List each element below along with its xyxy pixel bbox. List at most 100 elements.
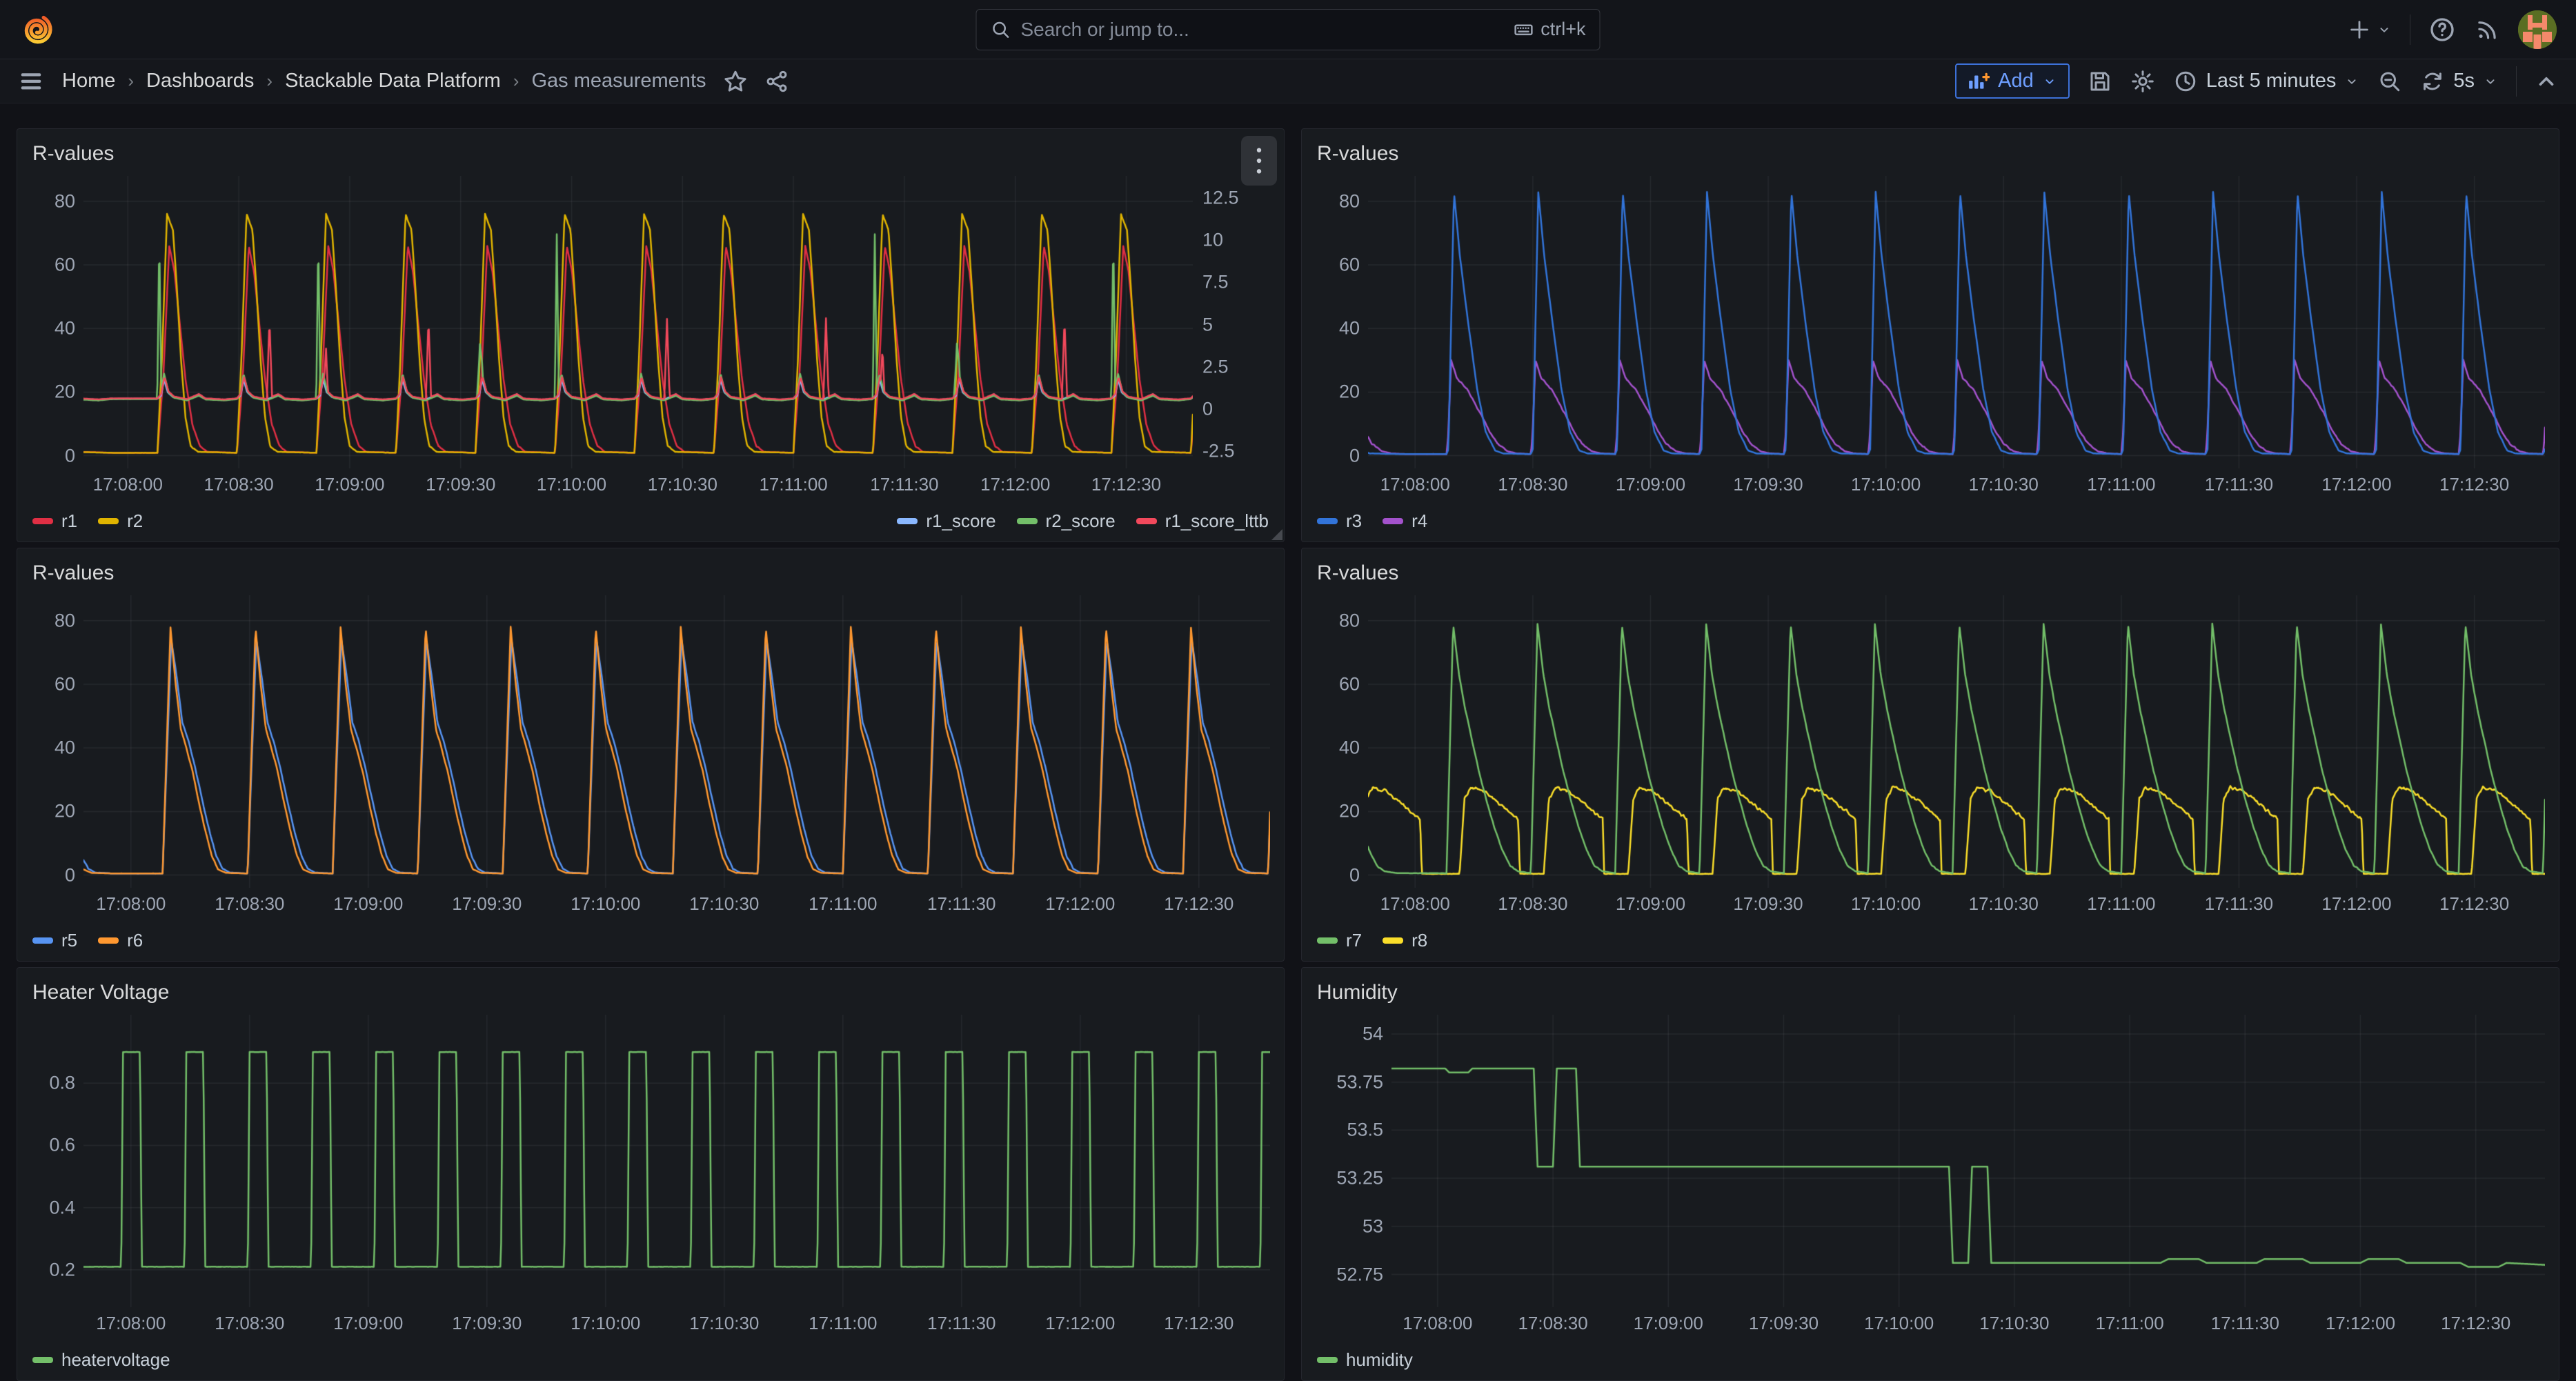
x-tick-label: 17:12:00 [1045,1313,1115,1334]
y-tick-label: 0 [1349,864,1360,886]
time-range-picker[interactable]: Last 5 minutes [2173,69,2360,94]
x-tick-label: 17:10:00 [1851,474,1921,495]
panel-header[interactable]: R-values [17,129,1284,169]
x-tick-label: 17:08:00 [93,474,163,495]
x-tick-label: 17:10:30 [689,893,759,915]
legend-item-r1_score_lttb[interactable]: r1_score_lttb [1136,510,1269,532]
x-tick-label: 17:10:00 [571,1313,640,1334]
panel-title: Humidity [1317,981,1398,1004]
x-tick-label: 17:09:00 [1616,474,1685,495]
x-tick-label: 17:10:30 [1979,1313,2049,1334]
x-tick-label: 17:09:00 [1616,893,1685,915]
legend-item-r8[interactable]: r8 [1383,930,1427,951]
y-tick-label: 80 [1339,610,1360,631]
breadcrumb-home[interactable]: Home [62,70,115,92]
legend-item-r2[interactable]: r2 [98,510,143,532]
x-tick-label: 17:08:00 [96,893,166,915]
save-dashboard-icon[interactable] [2088,69,2112,94]
legend-swatch [1383,518,1403,524]
time-range-label: Last 5 minutes [2206,70,2337,92]
grafana-logo[interactable] [19,12,55,48]
x-tick-label: 17:11:00 [809,893,877,915]
y-tick-label: 0.2 [49,1259,75,1280]
shortcut-hint: ctrl+k [1513,19,1585,40]
legend-item-r2_score[interactable]: r2_score [1017,510,1116,532]
legend-item-r5[interactable]: r5 [32,930,77,951]
news-button[interactable] [2474,17,2500,43]
settings-gear-icon[interactable] [2130,69,2155,94]
y-tick-label-right: 12.5 [1202,187,1239,208]
star-icon[interactable] [723,69,748,94]
clock-icon [2173,69,2198,94]
plot-area[interactable]: 17:08:0017:08:3017:09:0017:09:3017:10:00… [1391,1015,2545,1307]
legend-item-r6[interactable]: r6 [98,930,143,951]
user-avatar[interactable] [2518,10,2557,49]
chevron-down-icon [2042,74,2057,89]
refresh-picker[interactable]: 5s [2420,69,2498,94]
x-tick-label: 17:11:30 [2205,893,2273,915]
panel-header[interactable]: R-values [17,548,1284,588]
x-tick-label: 17:09:00 [1634,1313,1703,1334]
panel-r-values-3: R-values 020406080 17:08:0017:08:3017:09… [17,548,1285,962]
legend-item-heatervoltage[interactable]: heatervoltage [32,1349,170,1371]
legend-label: r3 [1346,510,1362,532]
x-tick-label: 17:11:30 [927,893,995,915]
share-icon[interactable] [764,69,789,94]
y-tick-label: 80 [55,610,75,631]
legend-swatch [98,937,119,944]
legend-swatch [1383,937,1403,944]
chevron-down-icon [2377,22,2392,37]
panel-header[interactable]: Humidity [1302,968,2559,1008]
zoom-out-icon[interactable] [2377,69,2402,94]
legend-item-r3[interactable]: r3 [1317,510,1362,532]
y-tick-label: 0 [65,445,75,466]
panel-header[interactable]: Heater Voltage [17,968,1284,1008]
legend-swatch [897,518,918,524]
y-axis-left: 020406080 [1307,595,1368,888]
legend-label: r2_score [1046,510,1116,532]
x-tick-label: 17:12:00 [2321,893,2391,915]
legend-label: r8 [1411,930,1427,951]
legend-swatch [1317,937,1338,944]
panel-r-values-2: R-values 020406080 17:08:0017:08:3017:09… [1301,128,2559,542]
panel-header[interactable]: R-values [1302,548,2559,588]
add-panel-icon [1968,71,1990,92]
y-axis-left: 020406080 [1307,176,1368,468]
legend-item-r1_score[interactable]: r1_score [897,510,995,532]
search-input[interactable] [1021,19,1504,41]
plot-area[interactable]: 17:08:0017:08:3017:09:0017:09:3017:10:00… [83,176,1193,468]
breadcrumb-dashboards[interactable]: Dashboards [146,70,254,92]
menu-icon[interactable] [18,68,44,95]
x-axis: 17:08:0017:08:3017:09:0017:09:3017:10:00… [83,893,1270,918]
legend-item-r7[interactable]: r7 [1317,930,1362,951]
legend-item-r4[interactable]: r4 [1383,510,1427,532]
plot-area[interactable]: 17:08:0017:08:3017:09:0017:09:3017:10:00… [1368,176,2545,468]
legend-swatch [1317,1357,1338,1363]
legend-item-r1[interactable]: r1 [32,510,77,532]
collapse-up-icon[interactable] [2535,70,2558,93]
keyboard-icon [1513,19,1534,40]
add-button-label: Add [1998,70,2034,92]
global-search[interactable]: ctrl+k [976,9,1601,50]
y-tick-label: 40 [55,318,75,339]
panel-resize-handle[interactable] [1271,529,1282,540]
plot-area[interactable]: 17:08:0017:08:3017:09:0017:09:3017:10:00… [1368,595,2545,888]
new-menu-button[interactable] [2348,18,2392,41]
help-icon [2428,16,2456,43]
x-tick-label: 17:10:30 [1969,474,2039,495]
help-button[interactable] [2428,16,2456,43]
x-tick-label: 17:10:00 [537,474,606,495]
add-panel-button[interactable]: Add [1955,63,2070,99]
legend-swatch [98,518,119,524]
panel-menu-button[interactable] [1241,136,1277,186]
plot-area[interactable]: 17:08:0017:08:3017:09:0017:09:3017:10:00… [83,1015,1270,1307]
x-tick-label: 17:12:30 [1091,474,1161,495]
kebab-icon [1249,145,1269,177]
plot-area[interactable]: 17:08:0017:08:3017:09:0017:09:3017:10:00… [83,595,1270,888]
legend-swatch [32,518,53,524]
panel-header[interactable]: R-values [1302,129,2559,169]
breadcrumb-folder[interactable]: Stackable Data Platform [285,70,501,92]
toolbar-divider [2516,66,2517,97]
x-tick-label: 17:12:00 [980,474,1050,495]
legend-item-humidity[interactable]: humidity [1317,1349,1413,1371]
